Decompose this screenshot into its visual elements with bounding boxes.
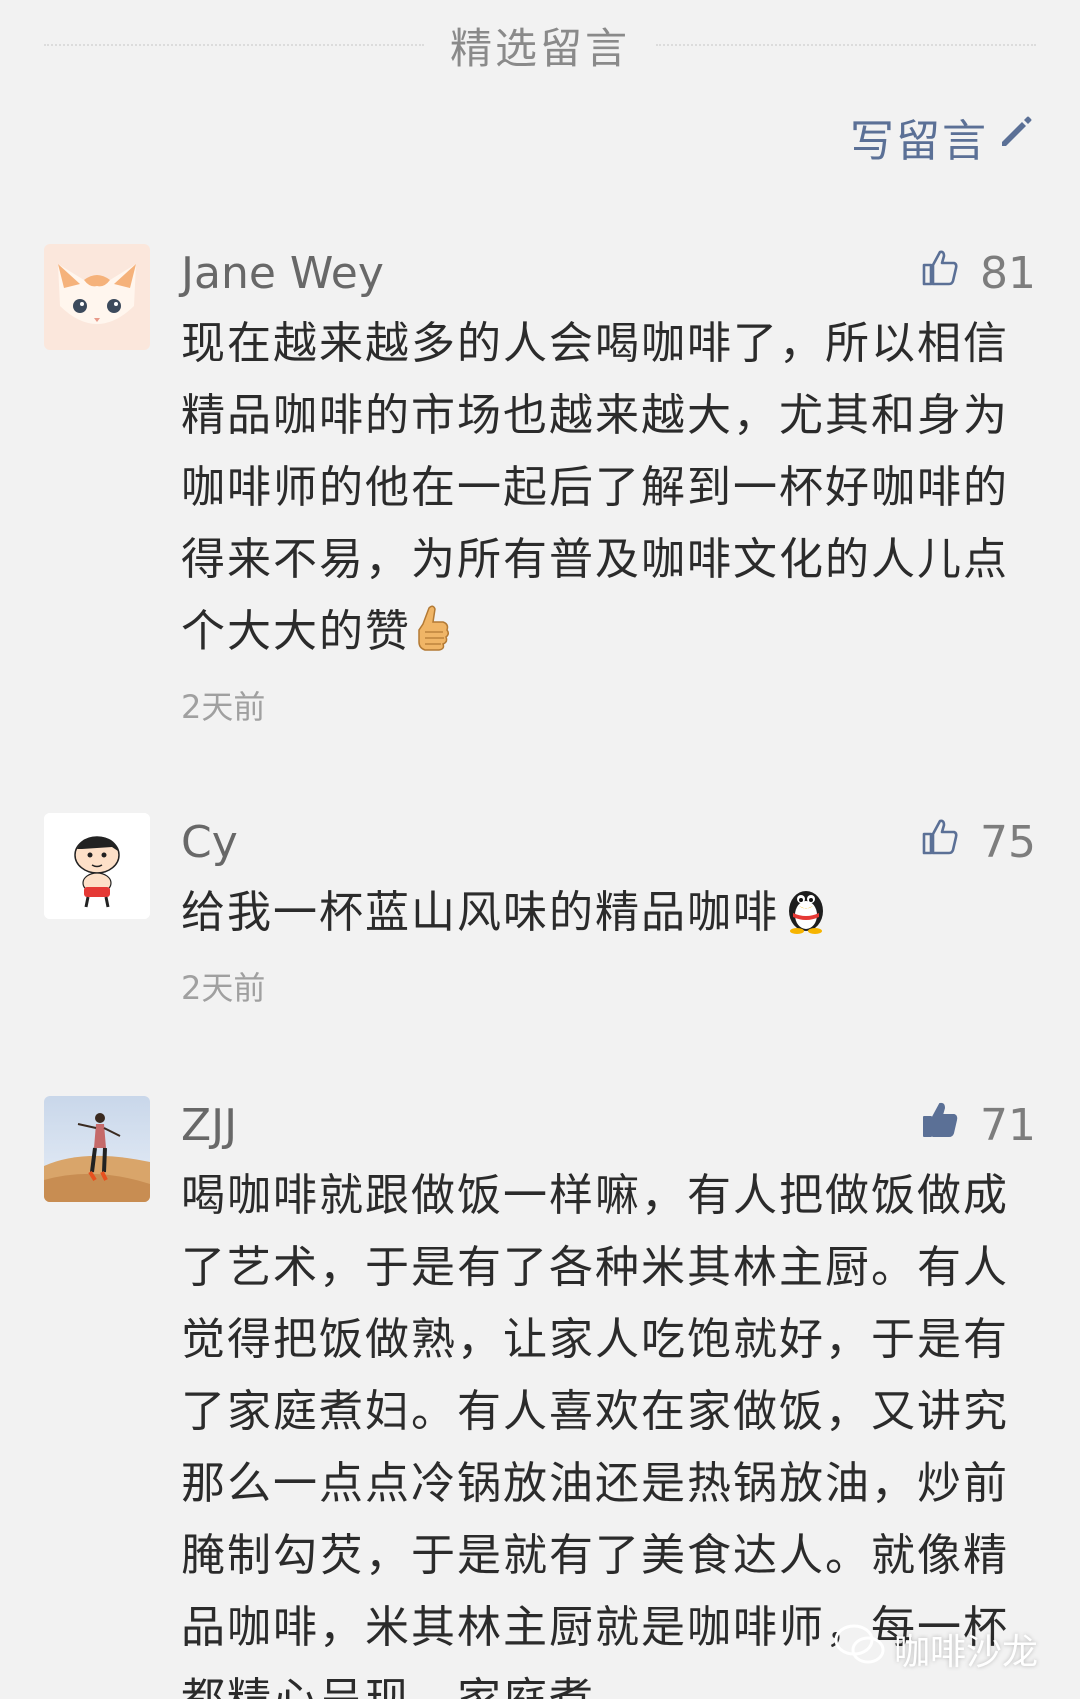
comment-body: Cy 75 给我一杯蓝山风味的精品咖啡 2天前 — [181, 813, 1036, 1009]
avatar[interactable] — [44, 1096, 150, 1202]
watermark: 咖啡沙龙 — [832, 1622, 1038, 1675]
comment-text-body: 现在越来越多的人会喝咖啡了，所以相信精品咖啡的市场也越来越大，尤其和身为咖啡师的… — [181, 318, 1009, 657]
desert-photo-avatar-icon — [44, 1096, 150, 1202]
write-comment-label: 写留言 — [850, 116, 988, 167]
comment-time: 2天前 — [181, 969, 266, 1007]
like-button[interactable]: 75 — [920, 813, 1036, 873]
like-count: 81 — [980, 248, 1036, 299]
cat-avatar-icon — [44, 244, 150, 350]
wechat-logo-icon — [832, 1622, 888, 1675]
thumbs-up-outline-icon — [920, 244, 960, 304]
thumbs-up-emoji-icon — [411, 602, 451, 676]
nickname[interactable]: Jane Wey — [181, 244, 1036, 304]
thumbs-up-filled-icon — [920, 1096, 960, 1156]
comment-body: ZJJ 71 喝咖啡就跟做饭一样嘛，有人把做饭做成了艺术，于是有了各种米其林主厨… — [181, 1096, 1036, 1699]
comment-text: 给我一杯蓝山风味的精品咖啡 — [181, 877, 1036, 957]
comment-text: 喝咖啡就跟做饭一样嘛，有人把做饭做成了艺术，于是有了各种米其林主厨。有人觉得把饭… — [181, 1170, 1009, 1699]
like-count: 75 — [980, 817, 1036, 868]
thumbs-up-outline-icon — [920, 813, 960, 873]
avatar[interactable] — [44, 244, 150, 350]
nickname[interactable]: ZJJ — [181, 1096, 1036, 1156]
header-divider-right — [656, 44, 1037, 46]
like-button[interactable]: 81 — [920, 244, 1036, 304]
watermark-text: 咖啡沙龙 — [893, 1631, 1038, 1673]
avatar[interactable] — [44, 813, 150, 919]
section-header: 精选留言 — [44, 10, 1037, 80]
penguin-emoji-icon — [779, 879, 833, 957]
cartoon-boy-avatar-icon — [44, 813, 150, 919]
header-divider-left — [44, 44, 424, 46]
pencil-icon — [996, 112, 1036, 163]
comment-text-body: 给我一杯蓝山风味的精品咖啡 — [181, 887, 779, 938]
write-comment-link[interactable]: 写留言 — [850, 105, 1036, 169]
comment-body: Jane Wey 81 现在越来越多的人会喝咖啡了，所以相信精品咖啡的市场也越来… — [181, 244, 1036, 728]
section-title: 精选留言 — [450, 23, 631, 73]
like-count: 71 — [980, 1100, 1036, 1151]
comments-page: 精选留言 写留言 Jane Wey 81 现在越来越多的人会喝咖啡了，所以相信精… — [0, 0, 1080, 1699]
comment-text: 现在越来越多的人会喝咖啡了，所以相信精品咖啡的市场也越来越大，尤其和身为咖啡师的… — [181, 308, 1036, 676]
like-button[interactable]: 71 — [920, 1096, 1036, 1156]
nickname[interactable]: Cy — [181, 813, 1036, 873]
comment-time: 2天前 — [181, 688, 266, 726]
